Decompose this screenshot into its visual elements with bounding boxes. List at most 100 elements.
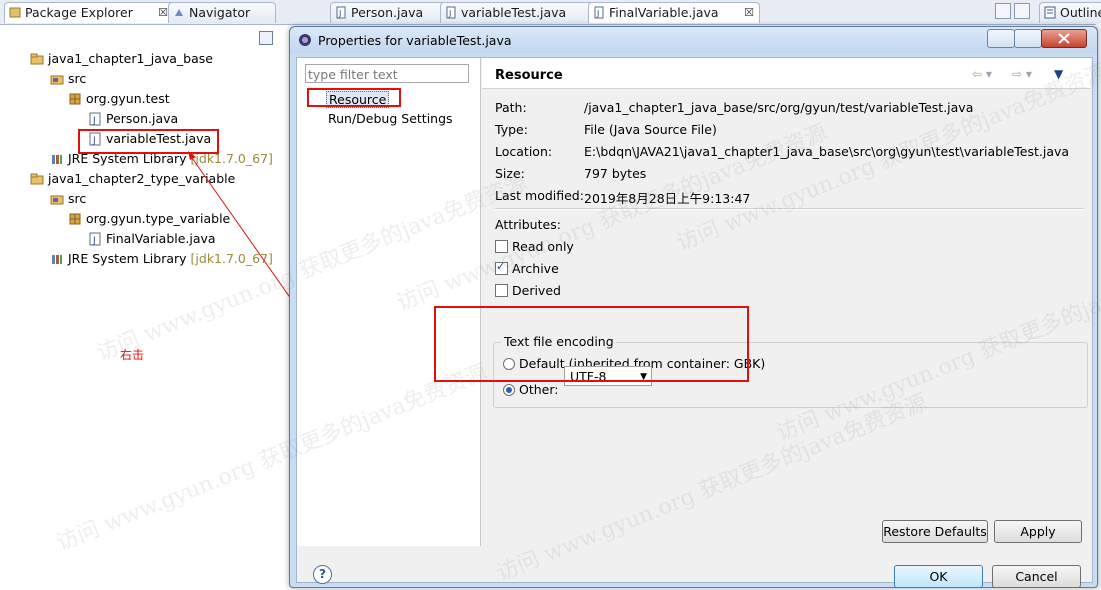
eclipse-icon (299, 34, 311, 46)
checkbox-label: Derived (512, 283, 561, 298)
tab-label: Navigator (189, 5, 251, 20)
tree-item[interactable]: java1_chapter2_type_variable (30, 170, 235, 188)
view-menu-icon[interactable]: ▼ (1054, 67, 1063, 81)
library-icon (52, 155, 62, 164)
close-icon[interactable]: ☒ (158, 3, 168, 23)
tab-outline[interactable]: Outline (1039, 2, 1101, 23)
checkbox-box[interactable] (495, 284, 508, 297)
highlight-box-resource (307, 88, 401, 107)
checkbox-box[interactable] (495, 240, 508, 253)
tree-item[interactable]: J FinalVariable.java (88, 230, 216, 248)
derived-checkbox[interactable]: Derived (495, 283, 561, 298)
tree-item[interactable]: src (50, 70, 86, 88)
property-page-list: type filter text Resource Run/Debug Sett… (297, 58, 481, 546)
svg-text:J: J (596, 9, 599, 18)
size-label: Size: (495, 166, 525, 181)
minimize-view-button[interactable] (995, 3, 1011, 19)
java-file-icon: J (594, 6, 604, 19)
java-file-icon: J (336, 6, 346, 19)
location-label: Location: (495, 144, 553, 159)
read-only-checkbox[interactable]: Read only (495, 239, 574, 254)
checkbox-label: Archive (512, 261, 559, 276)
tab-label: Package Explorer (25, 5, 133, 20)
tree-item-label: FinalVariable.java (106, 231, 216, 246)
page-header: Resource ⇦ ▾ ⇨ ▾ ▼ (482, 58, 1091, 89)
java-file-icon: J (89, 112, 101, 126)
radio-label: Other: (519, 382, 559, 397)
project-icon (30, 173, 44, 185)
path-value: /java1_chapter1_java_base/src/org/gyun/t… (584, 100, 974, 115)
java-file-icon: J (89, 232, 101, 246)
tab-person-java[interactable]: J Person.java (330, 2, 452, 23)
svg-text:J: J (92, 236, 96, 246)
tree-item[interactable]: org.gyun.test (68, 90, 170, 108)
minimize-button[interactable] (987, 29, 1015, 48)
last-modified-label: Last modified: (495, 188, 584, 203)
filter-input[interactable]: type filter text (305, 64, 469, 83)
last-modified-value: 2019年8月28日上午9:13:47 (584, 191, 751, 206)
radio-dot[interactable] (503, 384, 515, 396)
nav-item-run-debug[interactable]: Run/Debug Settings (328, 111, 453, 126)
cancel-button[interactable]: Cancel (992, 565, 1081, 588)
tab-label: Outline (1060, 5, 1101, 20)
dialog-title: Properties for variableTest.java (318, 33, 512, 48)
maximize-view-button[interactable] (1014, 3, 1030, 19)
collapse-all-button[interactable] (259, 31, 273, 45)
archive-checkbox[interactable]: Archive (495, 260, 559, 276)
svg-text:J: J (448, 9, 451, 18)
ok-button[interactable]: OK (894, 565, 983, 588)
attributes-label: Attributes: (495, 217, 561, 232)
restore-defaults-button[interactable]: Restore Defaults (882, 520, 988, 543)
tree-item-label: JRE System Library (68, 251, 187, 266)
jdk-version-note: [jdk1.7.0_67] (190, 251, 273, 266)
package-explorer-icon (9, 7, 21, 18)
tree-item[interactable]: java1_chapter1_java_base (30, 50, 213, 68)
dialog-titlebar[interactable]: Properties for variableTest.java (290, 27, 1097, 53)
package-icon (69, 93, 81, 105)
tree-item-label: src (68, 71, 87, 86)
svg-text:J: J (92, 116, 96, 126)
page-title: Resource (495, 68, 563, 83)
source-folder-icon (50, 75, 64, 85)
navigator-icon (175, 9, 183, 16)
separator (495, 208, 1084, 210)
other-encoding-radio[interactable]: Other: (503, 382, 558, 397)
back-arrow-icon[interactable]: ⇦ ▾ (972, 67, 992, 81)
tree-item-label: org.gyun.test (86, 91, 170, 106)
maximize-button[interactable] (1014, 29, 1042, 48)
library-icon (52, 255, 62, 264)
tree-item[interactable]: JRE System Library [jdk1.7.0_67] (50, 250, 273, 268)
checkbox-label: Read only (512, 239, 574, 254)
tree-item[interactable]: src (50, 190, 86, 208)
tab-final-variable-java[interactable]: J FinalVariable.java ☒ (588, 2, 760, 23)
checkbox-box[interactable] (495, 260, 508, 275)
help-icon[interactable]: ? (313, 565, 332, 584)
tab-navigator[interactable]: Navigator (168, 2, 276, 23)
highlight-box-encoding (434, 306, 749, 382)
tab-package-explorer[interactable]: Package Explorer ☒ (4, 2, 174, 23)
size-value: 797 bytes (584, 166, 647, 181)
tree-item[interactable]: J Person.java (88, 110, 178, 128)
close-icon (1058, 33, 1070, 44)
tab-label: variableTest.java (461, 5, 567, 20)
package-explorer-view: java1_chapter1_java_base src org.gyun.te… (0, 25, 290, 590)
java-file-icon: J (446, 6, 456, 19)
apply-button[interactable]: Apply (994, 520, 1082, 543)
svg-text:J: J (338, 9, 341, 18)
tree-item[interactable]: org.gyun.type_variable (68, 210, 230, 228)
forward-arrow-icon[interactable]: ⇨ ▾ (1012, 67, 1032, 81)
outline-icon (1044, 6, 1056, 19)
close-icon[interactable]: ☒ (744, 3, 754, 23)
close-button[interactable] (1041, 29, 1087, 48)
tree-item-label: java1_chapter2_type_variable (48, 171, 236, 186)
tab-label: FinalVariable.java (609, 5, 719, 20)
resource-page: Resource ⇦ ▾ ⇨ ▾ ▼ Path: /java1_chapter1… (482, 58, 1091, 546)
project-icon (30, 53, 44, 65)
tab-variable-test-java[interactable]: J variableTest.java (440, 2, 596, 23)
tree-item-label: java1_chapter1_java_base (48, 51, 213, 66)
package-icon (69, 213, 81, 225)
tab-label: Person.java (351, 5, 424, 20)
right-click-annotation: 右击 (120, 348, 145, 362)
tree-item-label: src (68, 191, 87, 206)
location-value: E:\bdqn\JAVA21\java1_chapter1_java_base\… (584, 144, 1070, 159)
